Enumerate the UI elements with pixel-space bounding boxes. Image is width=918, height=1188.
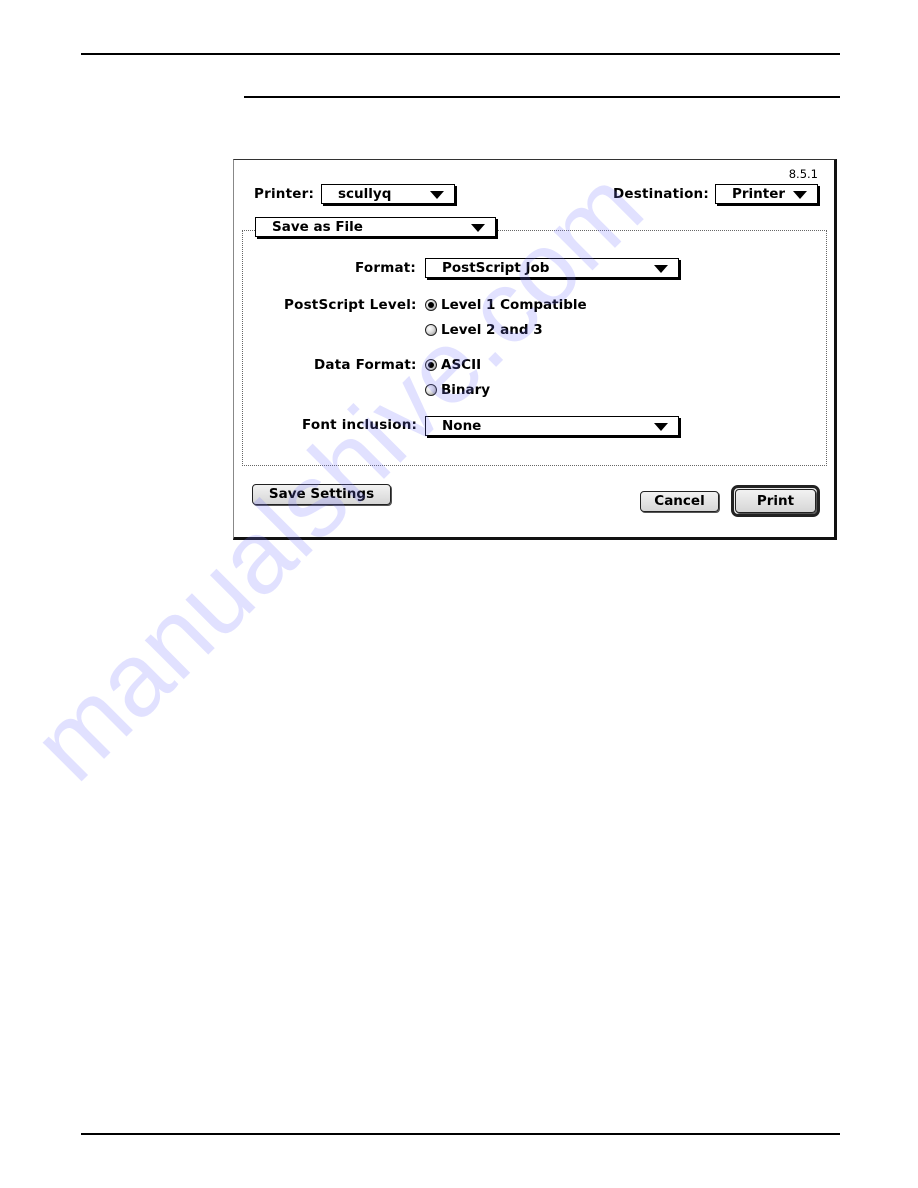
header-rule bbox=[81, 53, 840, 55]
destination-popup[interactable]: Printer bbox=[715, 184, 818, 204]
radio-label: Level 1 Compatible bbox=[441, 297, 587, 313]
printer-popup[interactable]: scullyq bbox=[321, 184, 455, 204]
version-label: 8.5.1 bbox=[788, 167, 818, 181]
section-rule bbox=[244, 96, 840, 98]
postscript-level-label: PostScript Level: bbox=[284, 297, 417, 313]
radio-selected-icon bbox=[425, 299, 437, 311]
format-popup[interactable]: PostScript Job bbox=[425, 258, 679, 278]
print-button[interactable]: Print bbox=[735, 489, 816, 513]
format-value: PostScript Job bbox=[442, 260, 550, 276]
radio-label: Level 2 and 3 bbox=[441, 322, 543, 338]
font-inclusion-value: None bbox=[442, 418, 482, 434]
data-format-label: Data Format: bbox=[314, 357, 417, 373]
cancel-button[interactable]: Cancel bbox=[640, 491, 719, 512]
radio-binary[interactable]: Binary bbox=[425, 382, 505, 399]
panel-popup[interactable]: Save as File bbox=[255, 217, 496, 237]
printer-label: Printer: bbox=[254, 186, 315, 202]
radio-unselected-icon bbox=[425, 384, 437, 396]
chevron-down-icon bbox=[471, 224, 485, 232]
chevron-down-icon bbox=[793, 191, 807, 199]
printer-value: scullyq bbox=[338, 186, 392, 202]
print-dialog: 8.5.1 Printer: scullyq Destination: Prin… bbox=[233, 159, 837, 540]
destination-value: Printer bbox=[732, 186, 786, 202]
radio-unselected-icon bbox=[425, 324, 437, 336]
chevron-down-icon bbox=[430, 191, 444, 199]
radio-selected-icon bbox=[425, 359, 437, 371]
footer-rule bbox=[81, 1133, 840, 1135]
font-inclusion-label: Font inclusion: bbox=[302, 417, 418, 433]
radio-label: Binary bbox=[441, 382, 491, 398]
chevron-down-icon bbox=[654, 423, 668, 431]
radio-label: ASCII bbox=[441, 357, 482, 373]
chevron-down-icon bbox=[654, 265, 668, 273]
radio-ascii[interactable]: ASCII bbox=[425, 357, 495, 374]
radio-level-1-compatible[interactable]: Level 1 Compatible bbox=[425, 297, 595, 314]
radio-level-2-and-3[interactable]: Level 2 and 3 bbox=[425, 322, 555, 339]
panel-value: Save as File bbox=[272, 219, 363, 235]
font-inclusion-popup[interactable]: None bbox=[425, 416, 679, 436]
format-label: Format: bbox=[355, 260, 417, 276]
save-settings-button[interactable]: Save Settings bbox=[252, 484, 391, 505]
destination-label: Destination: bbox=[613, 186, 709, 202]
